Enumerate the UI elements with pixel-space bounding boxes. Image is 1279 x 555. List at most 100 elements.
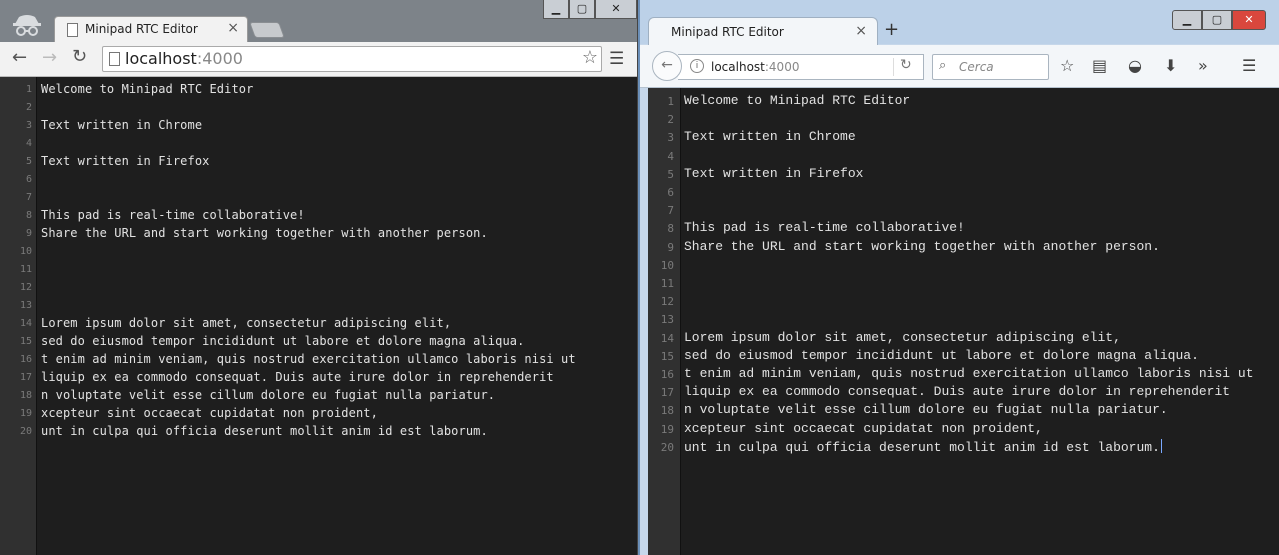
- back-arrow-icon: ←: [661, 57, 673, 73]
- firefox-toolbar: i localhost:4000 ↻ ← ⌕ Cerca ☆ ▤ ◒ ⬇ » ☰: [640, 45, 1279, 88]
- address-bar[interactable]: i localhost:4000 ↻: [678, 54, 924, 80]
- forward-arrow-icon[interactable]: →: [42, 47, 57, 68]
- maximize-button[interactable]: ▢: [1202, 10, 1232, 30]
- chrome-toolbar: ← → ↻ localhost:4000 ☆ ☰: [0, 42, 637, 77]
- text-line[interactable]: Welcome to Minipad RTC Editor: [684, 93, 910, 108]
- line-number: 16: [660, 368, 674, 381]
- line-number: 14: [660, 331, 674, 345]
- line-number: 11: [660, 277, 674, 290]
- reading-list-icon[interactable]: ▤: [1092, 56, 1107, 75]
- line-number: 5: [667, 167, 674, 181]
- minimize-button[interactable]: ▁: [543, 0, 569, 19]
- firefox-titlebar: Minipad RTC Editor × + ▁ ▢ ✕: [640, 0, 1279, 46]
- text-line[interactable]: sed do eiusmod tempor incididunt ut labo…: [684, 348, 1199, 363]
- tab-close-button[interactable]: ×: [855, 23, 867, 39]
- line-number: 19: [19, 408, 32, 419]
- line-number-gutter: 1 2 3 4 5 6 7 8 9 10 11 12 13 14 15 16 17 18 19 20: [648, 88, 681, 555]
- line-number: 15: [19, 336, 32, 347]
- pocket-icon[interactable]: ◒: [1128, 56, 1142, 75]
- new-tab-button[interactable]: [249, 22, 285, 38]
- line-number: 6: [25, 174, 32, 185]
- line-number: 10: [19, 246, 32, 257]
- line-number: 9: [25, 228, 32, 239]
- text-line[interactable]: Text written in Firefox: [41, 154, 209, 168]
- text-line[interactable]: t enim ad minim veniam, quis nostrud exe…: [684, 366, 1254, 381]
- line-number: 5: [25, 156, 32, 167]
- text-line[interactable]: Share the URL and start working together…: [684, 239, 1160, 254]
- text-line[interactable]: unt in culpa qui officia deserunt mollit…: [41, 424, 488, 438]
- close-window-button[interactable]: ✕: [595, 0, 637, 19]
- close-window-button[interactable]: ✕: [1232, 10, 1266, 30]
- tab-minipad[interactable]: Minipad RTC Editor ×: [648, 17, 878, 46]
- text-line[interactable]: Text written in Chrome: [41, 118, 202, 132]
- line-number: 1: [25, 84, 32, 95]
- window-controls: ▁ ▢ ✕: [1172, 10, 1266, 30]
- maximize-button[interactable]: ▢: [569, 0, 595, 19]
- divider: [893, 58, 894, 76]
- address-bar[interactable]: localhost:4000 ☆: [102, 46, 602, 72]
- line-number: 20: [19, 426, 32, 437]
- search-icon: ⌕: [939, 58, 947, 73]
- menu-icon[interactable]: ☰: [1242, 56, 1256, 75]
- line-number: 1: [667, 95, 674, 108]
- text-line[interactable]: liquip ex ea commodo consequat. Duis aut…: [41, 370, 554, 384]
- text-line[interactable]: t enim ad minim veniam, quis nostrud exe…: [41, 352, 576, 366]
- line-number: 8: [667, 222, 674, 236]
- reload-icon[interactable]: ↻: [900, 57, 912, 73]
- menu-icon[interactable]: ☰: [609, 49, 624, 69]
- url-text: localhost:4000: [711, 60, 800, 74]
- text-line[interactable]: sed do eiusmod tempor incididunt ut labo…: [41, 334, 524, 348]
- page-icon: [67, 23, 78, 37]
- text-line[interactable]: xcepteur sint occaecat cupidatat non pro…: [41, 406, 378, 420]
- chrome-titlebar: Minipad RTC Editor × ▁ ▢ ✕: [0, 0, 637, 43]
- text-line[interactable]: Text written in Firefox: [684, 166, 863, 181]
- line-number: 13: [19, 300, 32, 311]
- bookmark-star-icon[interactable]: ☆: [1060, 56, 1074, 75]
- line-number: 4: [25, 138, 32, 149]
- line-number: 19: [660, 422, 674, 436]
- url-text: localhost:4000: [125, 49, 243, 68]
- text-line[interactable]: This pad is real-time collaborative!: [41, 208, 305, 222]
- editor-area[interactable]: 1 2 3 4 5 6 7 8 9 10 11 12 13 14 15 16 17 18 19 20 Welcome …: [0, 77, 637, 555]
- line-number: 2: [25, 102, 32, 113]
- new-tab-button[interactable]: +: [884, 19, 899, 40]
- line-number: 17: [660, 386, 674, 400]
- text-line[interactable]: Text written in Chrome: [684, 129, 856, 144]
- line-number: 20: [660, 440, 674, 454]
- line-number: 11: [19, 264, 32, 275]
- line-number: 15: [660, 349, 674, 363]
- text-line[interactable]: xcepteur sint occaecat cupidatat non pro…: [684, 421, 1043, 436]
- text-line[interactable]: Share the URL and start working together…: [41, 226, 488, 240]
- text-line[interactable]: This pad is real-time collaborative!: [684, 220, 965, 235]
- back-button[interactable]: ←: [652, 51, 682, 81]
- info-icon[interactable]: i: [690, 59, 704, 73]
- text-line[interactable]: n voluptate velit esse cillum dolore eu …: [684, 402, 1168, 417]
- text-line[interactable]: liquip ex ea commodo consequat. Duis aut…: [684, 384, 1230, 399]
- search-field[interactable]: ⌕ Cerca: [932, 54, 1049, 80]
- line-number: 18: [19, 390, 32, 401]
- tab-close-button[interactable]: ×: [227, 20, 239, 36]
- download-icon[interactable]: ⬇: [1164, 56, 1177, 75]
- text-line[interactable]: Lorem ipsum dolor sit amet, consectetur …: [684, 330, 1121, 345]
- text-line[interactable]: unt in culpa qui officia deserunt mollit…: [684, 438, 1162, 455]
- text-line[interactable]: Welcome to Minipad RTC Editor: [41, 82, 253, 96]
- line-number: 14: [19, 318, 32, 329]
- text-cursor: [1160, 438, 1162, 453]
- back-arrow-icon[interactable]: ←: [12, 47, 27, 68]
- line-number: 7: [667, 204, 674, 218]
- line-number: 16: [19, 354, 32, 365]
- overflow-chevron-icon[interactable]: »: [1198, 56, 1208, 75]
- minimize-button[interactable]: ▁: [1172, 10, 1202, 30]
- text-line[interactable]: n voluptate velit esse cillum dolore eu …: [41, 388, 495, 402]
- text-line[interactable]: Lorem ipsum dolor sit amet, consectetur …: [41, 316, 451, 330]
- line-number: 9: [667, 240, 674, 254]
- window-controls: ▁ ▢ ✕: [543, 0, 637, 19]
- line-number: 17: [19, 372, 32, 383]
- editor-area[interactable]: 1 2 3 4 5 6 7 8 9 10 11 12 13 14 15 16 17 18 19 20 Welcome …: [648, 88, 1279, 555]
- line-number: 13: [660, 313, 674, 327]
- tab-minipad[interactable]: Minipad RTC Editor ×: [54, 16, 248, 43]
- line-number: 18: [660, 404, 674, 418]
- bookmark-star-icon[interactable]: ☆: [582, 47, 598, 68]
- line-number-gutter: 1 2 3 4 5 6 7 8 9 10 11 12 13 14 15 16 17 18 19 20: [0, 77, 37, 555]
- reload-icon[interactable]: ↻: [72, 46, 87, 67]
